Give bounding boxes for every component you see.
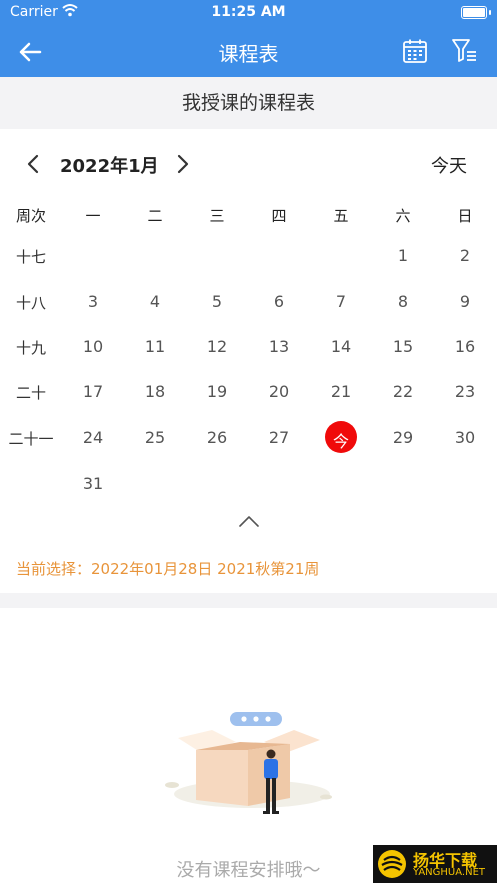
week-number-label: 十七 [15, 248, 46, 266]
calendar-day[interactable]: 30 [434, 428, 496, 447]
calendar-day[interactable]: 18 [124, 382, 186, 401]
calendar-day[interactable]: 21 [310, 382, 372, 401]
week-number-label: 十九 [15, 339, 46, 357]
calendar-day[interactable]: 4 [124, 292, 186, 311]
calendar-day[interactable]: 12 [186, 337, 248, 356]
calendar-day[interactable]: 14 [310, 337, 372, 356]
calendar-day[interactable]: 3 [62, 292, 124, 311]
month-navigation: 2022年1月 今天 [0, 145, 497, 183]
calendar-day[interactable]: 8 [372, 292, 434, 311]
month-label: 2022年1月 [60, 156, 159, 177]
weekday-header: 三 [209, 207, 225, 225]
schedule-title: 我授课的课程表 [181, 92, 315, 114]
filter-list-icon[interactable] [450, 37, 478, 65]
today-button[interactable]: 今天 [431, 152, 467, 178]
calendar-day[interactable]: 24 [62, 428, 124, 447]
calendar-day-today[interactable]: 今 [310, 428, 372, 452]
calendar-day[interactable]: 13 [248, 337, 310, 356]
chevron-right-icon[interactable] [174, 153, 192, 175]
calendar-day[interactable]: 7 [310, 292, 372, 311]
calendar-day[interactable]: 20 [248, 382, 310, 401]
status-bar: Carrier 11:25 AM [0, 0, 497, 26]
calendar-day[interactable]: 22 [372, 382, 434, 401]
calendar-day[interactable]: 17 [62, 382, 124, 401]
calendar-day[interactable]: 29 [372, 428, 434, 447]
calendar-day[interactable]: 6 [248, 292, 310, 311]
calendar-day[interactable]: 27 [248, 428, 310, 447]
chevron-left-icon[interactable] [24, 153, 42, 175]
calendar-day[interactable]: 10 [62, 337, 124, 356]
calendar-day[interactable]: 31 [62, 474, 124, 493]
week-number-label: 十八 [15, 294, 46, 312]
calendar-icon[interactable] [402, 38, 428, 64]
calendar-day[interactable]: 15 [372, 337, 434, 356]
yanghua-logo-icon [378, 850, 406, 878]
schedule-header: 我授课的课程表 [0, 77, 497, 129]
calendar-day[interactable]: 5 [186, 292, 248, 311]
navbar: 课程表 [0, 26, 497, 77]
week-number-label: 二十一 [8, 430, 54, 448]
week-column-header: 周次 [15, 207, 46, 225]
calendar-day[interactable]: 1 [372, 246, 434, 265]
calendar-day[interactable]: 26 [186, 428, 248, 447]
week-number-label: 二十 [15, 384, 46, 402]
weekday-header: 日 [457, 207, 473, 225]
calendar-day[interactable]: 16 [434, 337, 496, 356]
weekday-header: 六 [395, 207, 411, 225]
calendar-day[interactable]: 11 [124, 337, 186, 356]
watermark: 扬华下载 YANGHUA.NET [373, 845, 497, 883]
weekday-header: 二 [147, 207, 163, 225]
calendar-day[interactable]: 25 [124, 428, 186, 447]
chevron-up-icon[interactable] [238, 514, 260, 528]
calendar-day[interactable]: 19 [186, 382, 248, 401]
current-selection: 当前选择：2022年01月28日 2021秋第21周 [16, 560, 320, 578]
battery-icon [461, 6, 491, 19]
calendar-day[interactable]: 2 [434, 246, 496, 265]
weekday-header: 一 [85, 207, 101, 225]
calendar-day[interactable]: 9 [434, 292, 496, 311]
empty-box-illustration [165, 712, 332, 814]
clock: 11:25 AM [211, 4, 286, 20]
section-divider [0, 593, 497, 608]
weekday-header: 五 [333, 207, 349, 225]
watermark-subtitle: YANGHUA.NET [413, 867, 485, 878]
weekday-header: 四 [271, 207, 287, 225]
calendar-day[interactable]: 23 [434, 382, 496, 401]
